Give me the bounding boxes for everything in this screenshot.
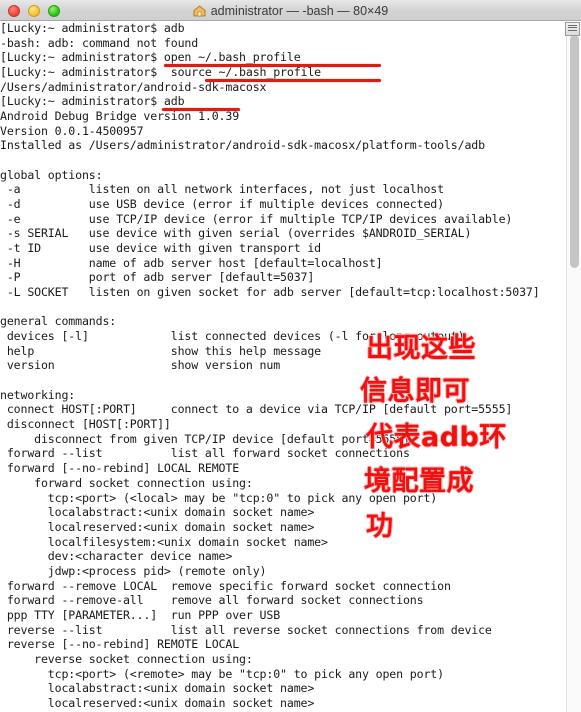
terminal-window: administrator — -bash — 80×49 [Lucky:~ a… xyxy=(0,0,581,712)
close-button[interactable] xyxy=(8,5,20,17)
terminal-line: -L SOCKET listen on given socket for adb… xyxy=(0,285,540,300)
terminal-line: tcp:<port> (<remote> may be "tcp:0" to p… xyxy=(0,666,444,681)
terminal-line: reverse socket connection using: xyxy=(0,651,253,666)
window-controls xyxy=(8,5,60,17)
terminal-line: reverse --list list all reverse socket c… xyxy=(0,622,492,637)
terminal-line: ppp TTY [PARAMETER...] run PPP over USB xyxy=(0,607,281,622)
terminal-line: Installed as /Users/administrator/androi… xyxy=(0,138,485,153)
terminal-line: localabstract:<unix domain socket name> xyxy=(0,681,315,696)
annotation-note-1: 出现这些 xyxy=(366,333,476,364)
terminal-line: general commands: xyxy=(0,314,117,329)
annotation-note-2: 信息即可 xyxy=(360,376,470,407)
terminal-line: localfilesystem:<unix domain socket name… xyxy=(0,534,328,549)
terminal-line: forward --remove-all remove all forward … xyxy=(0,593,424,608)
terminal-line: -t ID use device with given transport id xyxy=(0,241,322,256)
terminal-line: -a listen on all network interfaces, not… xyxy=(0,182,444,197)
scrollbar-top-grip[interactable] xyxy=(565,22,580,36)
terminal-line: -P port of adb server [default=5037] xyxy=(0,270,315,285)
terminal-line: -H name of adb server host [default=loca… xyxy=(0,255,383,270)
annotation-note-5: 功 xyxy=(366,511,394,542)
terminal-line: forward --remove LOCAL remove specific f… xyxy=(0,578,451,593)
zoom-button[interactable] xyxy=(48,5,60,17)
window-titlebar[interactable]: administrator — -bash — 80×49 xyxy=(0,0,581,21)
annotation-note-3: 代表adb环 xyxy=(366,422,507,453)
terminal-line: [Lucky:~ administrator$ open ~/.bash_pro… xyxy=(0,50,301,65)
terminal-line: [Lucky:~ administrator$ source ~/.bash_p… xyxy=(0,65,322,80)
terminal-line: localabstract:<unix domain socket name> xyxy=(0,505,315,520)
terminal-output: [Lucky:~ administrator$ adb -bash: adb: c… xyxy=(0,21,560,712)
window-title-group: administrator — -bash — 80×49 xyxy=(0,0,581,21)
terminal-line: Android Debug Bridge version 1.0.39 xyxy=(0,109,240,124)
vertical-scrollbar[interactable] xyxy=(566,21,581,712)
underline-adb-command xyxy=(162,108,240,111)
annotation-note-4: 境配置成 xyxy=(364,466,474,497)
terminal-line: -s SERIAL use device with given serial (… xyxy=(0,226,472,241)
home-folder-icon xyxy=(193,4,206,17)
terminal-line: global options: xyxy=(0,167,103,182)
terminal-line: forward socket connection using: xyxy=(0,475,253,490)
terminal-line: -e use TCP/IP device (error if multiple … xyxy=(0,211,513,226)
terminal-line: version show version num xyxy=(0,358,281,373)
terminal-line: [Lucky:~ administrator$ adb xyxy=(0,94,185,109)
terminal-line: [Lucky:~ administrator$ adb xyxy=(0,21,185,35)
terminal-line: dev:<character device name> xyxy=(0,549,233,564)
terminal-line: localreserved:<unix domain socket name> xyxy=(0,519,315,534)
terminal-line: help show this help message xyxy=(0,343,322,358)
terminal-line: reverse [--no-rebind] REMOTE LOCAL xyxy=(0,637,240,652)
terminal-line: networking: xyxy=(0,387,76,402)
terminal-line: tcp:<port> (<local> may be "tcp:0" to pi… xyxy=(0,490,438,505)
terminal-line: -d use USB device (error if multiple dev… xyxy=(0,197,444,212)
terminal-content[interactable]: [Lucky:~ administrator$ adb -bash: adb: c… xyxy=(0,21,581,712)
terminal-line: jdwp:<process pid> (remote only) xyxy=(0,563,267,578)
terminal-line: forward [--no-rebind] LOCAL REMOTE xyxy=(0,461,240,476)
underline-open-bash-profile xyxy=(164,64,381,67)
window-title: administrator — -bash — 80×49 xyxy=(210,3,389,18)
minimize-button[interactable] xyxy=(28,5,40,17)
terminal-line: connect HOST[:PORT] connect to a device … xyxy=(0,402,513,417)
underline-source-bash-profile xyxy=(205,79,381,82)
terminal-line: -bash: adb: command not found xyxy=(0,35,199,50)
terminal-line: localreserved:<unix domain socket name> xyxy=(0,695,315,710)
scrollbar-thumb[interactable] xyxy=(570,35,579,268)
terminal-line: Version 0.0.1-4500957 xyxy=(0,123,144,138)
terminal-line: devices [-l] list connected devices (-l … xyxy=(0,329,465,344)
